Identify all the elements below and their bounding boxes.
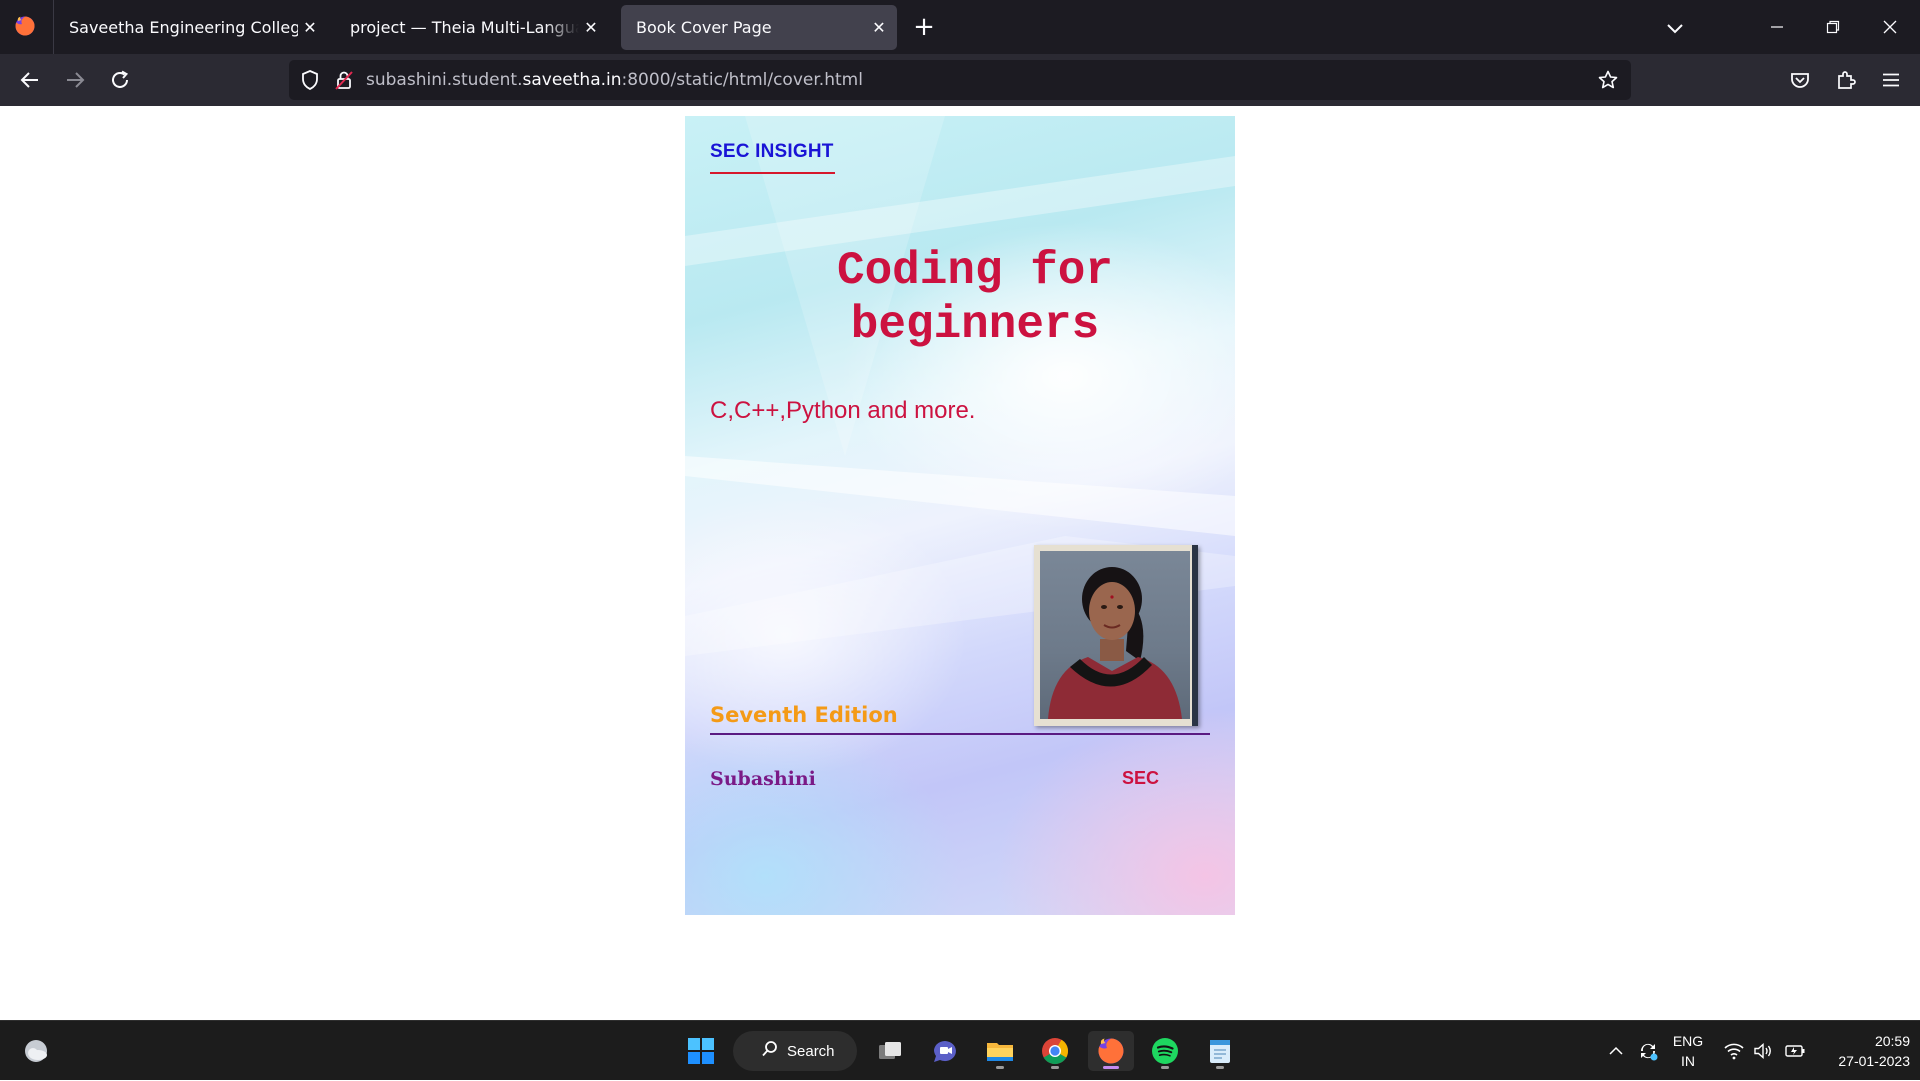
region-code: IN <box>1681 1053 1695 1069</box>
sync-icon[interactable] <box>1633 1021 1663 1081</box>
author-photo <box>1034 545 1198 726</box>
restore-button[interactable] <box>1820 14 1846 40</box>
taskbar-search-button[interactable]: Search <box>733 1031 857 1071</box>
clock-time: 20:59 <box>1874 1033 1910 1049</box>
brand-underline <box>710 172 835 174</box>
book-title: Coding for beginners <box>725 244 1225 352</box>
language-code: ENG <box>1672 1033 1704 1049</box>
url-host: saveetha.in <box>522 70 622 90</box>
windows-taskbar: Search ENG IN 20:59 27-01-2023 <box>0 1020 1920 1080</box>
notepad-icon[interactable] <box>1200 1031 1240 1071</box>
tab-label: Book Cover Page <box>636 18 772 37</box>
close-icon[interactable]: ✕ <box>298 16 322 40</box>
url-suffix: :8000/static/html/cover.html <box>621 70 863 90</box>
extensions-icon[interactable] <box>1833 67 1859 93</box>
title-line-2: beginners <box>850 299 1100 351</box>
windows-start-icon[interactable] <box>681 1031 721 1071</box>
close-icon[interactable]: ✕ <box>579 16 603 40</box>
edition-divider <box>710 733 1210 735</box>
page-viewport: SEC INSIGHT Coding for beginners C,C++,P… <box>0 106 1920 1020</box>
chrome-icon[interactable] <box>1035 1031 1075 1071</box>
teams-chat-icon[interactable] <box>925 1031 965 1071</box>
reload-button[interactable] <box>107 67 133 93</box>
running-indicator <box>1051 1066 1059 1069</box>
chevron-down-icon[interactable] <box>1663 16 1687 40</box>
tab-bar: Saveetha Engineering College ✕ project —… <box>0 0 1920 54</box>
photo-frame-edge <box>1192 545 1198 726</box>
tab-book-cover[interactable]: Book Cover Page ✕ <box>621 5 897 50</box>
running-indicator <box>996 1066 1004 1069</box>
book-cover: SEC INSIGHT Coding for beginners C,C++,P… <box>685 116 1235 915</box>
url-text[interactable]: subashini.student.saveetha.in:8000/stati… <box>366 70 863 90</box>
book-subtitle: C,C++,Python and more. <box>710 397 976 424</box>
battery-icon[interactable] <box>1780 1021 1808 1081</box>
task-view-icon[interactable] <box>870 1031 910 1071</box>
running-indicator <box>1161 1066 1169 1069</box>
minimize-button[interactable] <box>1764 14 1790 40</box>
publisher-name: SEC <box>1122 768 1160 788</box>
tab-theia-project[interactable]: project — Theia Multi-Language Ex ✕ <box>335 5 609 50</box>
pocket-icon[interactable] <box>1787 67 1813 93</box>
search-icon <box>761 1040 779 1062</box>
insecure-lock-icon[interactable] <box>333 69 355 95</box>
firefox-icon[interactable] <box>14 15 36 37</box>
weather-icon[interactable] <box>16 1031 56 1071</box>
bookmark-star-icon[interactable] <box>1597 69 1619 95</box>
search-label: Search <box>787 1042 835 1060</box>
file-explorer-icon[interactable] <box>980 1031 1020 1071</box>
address-bar[interactable]: subashini.student.saveetha.in:8000/stati… <box>289 60 1631 100</box>
spotify-icon[interactable] <box>1145 1031 1185 1071</box>
hamburger-menu-icon[interactable] <box>1878 67 1904 93</box>
brand-label: SEC INSIGHT <box>710 141 834 162</box>
clock[interactable]: 20:59 27-01-2023 <box>1812 1031 1910 1071</box>
tab-label: project — Theia Multi-Language Ex <box>350 18 579 37</box>
wifi-icon[interactable] <box>1721 1021 1747 1081</box>
language-indicator[interactable]: ENG IN <box>1670 1031 1706 1071</box>
running-indicator <box>1216 1066 1224 1069</box>
url-prefix: subashini.student. <box>366 70 523 90</box>
navigation-toolbar: subashini.student.saveetha.in:8000/stati… <box>0 54 1920 106</box>
new-tab-button[interactable]: + <box>911 14 937 41</box>
clock-date: 27-01-2023 <box>1838 1053 1910 1069</box>
shield-icon[interactable] <box>299 69 321 95</box>
firefox-taskbar-icon[interactable] <box>1088 1031 1134 1071</box>
edition-label: Seventh Edition <box>710 703 898 727</box>
title-line-1: Coding for <box>836 245 1114 297</box>
back-button[interactable] <box>17 67 43 93</box>
window-close-button[interactable] <box>1877 14 1903 40</box>
tab-saveetha[interactable]: Saveetha Engineering College ✕ <box>54 5 328 50</box>
chevron-up-icon[interactable] <box>1604 1021 1628 1081</box>
cover-background-streaks <box>685 116 1235 656</box>
volume-icon[interactable] <box>1750 1021 1776 1081</box>
running-indicator-active <box>1103 1066 1119 1069</box>
tab-label: Saveetha Engineering College <box>69 18 298 37</box>
close-icon[interactable]: ✕ <box>867 16 891 40</box>
forward-button[interactable] <box>62 67 88 93</box>
author-portrait <box>1040 551 1190 719</box>
author-name: Subashini <box>710 768 816 790</box>
